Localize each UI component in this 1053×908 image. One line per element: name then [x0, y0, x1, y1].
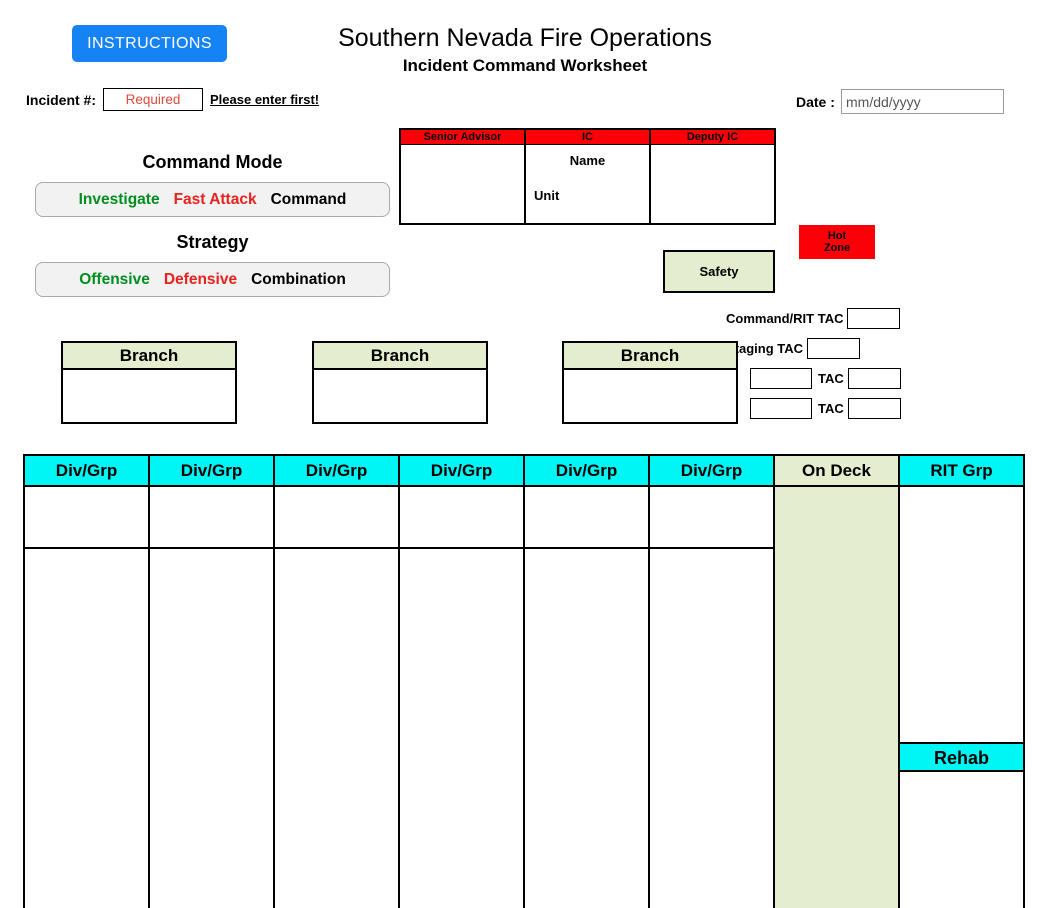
tac-label-custom-2: TAC — [818, 401, 844, 416]
branch-header-1: Branch — [63, 343, 235, 370]
tac-row-custom-1: TAC — [750, 368, 901, 389]
page-subtitle: Incident Command Worksheet — [402, 56, 648, 75]
grid-column-divgrp-4: Div/Grp — [400, 456, 525, 908]
tac-name-input-2[interactable] — [750, 398, 812, 419]
tac-name-input-1[interactable] — [750, 368, 812, 389]
grid-cell-divgrp-5-body[interactable] — [525, 549, 648, 908]
ic-column-ic: IC Name Unit — [526, 130, 651, 223]
ic-body-senior-advisor[interactable] — [401, 145, 524, 223]
grid-cell-divgrp-2-body[interactable] — [150, 549, 273, 908]
grid-cell-divgrp-5-top[interactable] — [525, 487, 648, 549]
tac-input-staging[interactable] — [807, 338, 861, 359]
grid-cell-divgrp-4-body[interactable] — [400, 549, 523, 908]
branch-body-1[interactable] — [63, 370, 235, 422]
date-input[interactable] — [841, 89, 1004, 114]
grid-header-divgrp-6: Div/Grp — [650, 456, 773, 487]
incident-required-note: Please enter first! — [210, 92, 320, 107]
command-mode-option-command[interactable]: Command — [271, 191, 347, 209]
ic-column-senior-advisor: Senior Advisor — [401, 130, 526, 223]
grid-column-rit: RIT Grp Rehab — [900, 456, 1023, 908]
assignment-grid: Div/Grp Div/Grp Div/Grp Div/Grp Div/Grp … — [23, 454, 1025, 908]
grid-header-on-deck: On Deck — [775, 456, 898, 487]
command-mode-option-fast-attack[interactable]: Fast Attack — [174, 191, 257, 209]
strategy-option-defensive[interactable]: Defensive — [164, 271, 237, 289]
tac-input-custom-1[interactable] — [847, 368, 901, 389]
tac-row-staging: Staging TAC — [726, 338, 861, 359]
ic-body-ic[interactable]: Name Unit — [526, 145, 649, 223]
grid-cell-on-deck-body[interactable] — [775, 487, 898, 908]
ic-header-senior-advisor: Senior Advisor — [401, 130, 524, 145]
tac-label-command-rit: Command/RIT TAC — [726, 311, 844, 326]
incident-number-input[interactable] — [103, 88, 203, 111]
branch-body-2[interactable] — [314, 370, 486, 422]
tac-row-command-rit: Command/RIT TAC — [726, 308, 901, 329]
tac-input-command-rit[interactable] — [847, 308, 901, 329]
grid-header-rehab: Rehab — [900, 742, 1023, 772]
grid-cell-divgrp-1-body[interactable] — [25, 549, 148, 908]
date-label: Date : — [796, 94, 835, 110]
command-mode-selector[interactable]: Investigate Fast Attack Command — [35, 182, 390, 217]
branch-box-2: Branch — [312, 341, 488, 424]
branch-box-3: Branch — [562, 341, 738, 424]
grid-header-divgrp-3: Div/Grp — [275, 456, 398, 487]
grid-column-divgrp-5: Div/Grp — [525, 456, 650, 908]
branch-body-3[interactable] — [564, 370, 736, 422]
strategy-selector[interactable]: Offensive Defensive Combination — [35, 262, 390, 297]
strategy-option-offensive[interactable]: Offensive — [79, 271, 150, 289]
grid-header-divgrp-5: Div/Grp — [525, 456, 648, 487]
incident-number-label: Incident #: — [26, 92, 97, 108]
grid-header-rit-grp: RIT Grp — [900, 456, 1023, 487]
safety-box[interactable]: Safety — [663, 250, 775, 293]
strategy-heading: Strategy — [176, 232, 249, 252]
grid-cell-divgrp-3-body[interactable] — [275, 549, 398, 908]
grid-cell-divgrp-6-body[interactable] — [650, 549, 773, 908]
grid-cell-divgrp-6-top[interactable] — [650, 487, 773, 549]
grid-cell-rehab-body[interactable] — [900, 772, 1023, 908]
ic-table: Senior Advisor IC Name Unit Deputy IC — [399, 128, 776, 225]
grid-cell-divgrp-1-top[interactable] — [25, 487, 148, 549]
grid-column-on-deck: On Deck — [775, 456, 900, 908]
ic-unit-label: Unit — [534, 188, 560, 203]
grid-cell-divgrp-3-top[interactable] — [275, 487, 398, 549]
hot-zone-button[interactable]: Hot Zone — [799, 225, 875, 259]
ic-column-deputy-ic: Deputy IC — [651, 130, 774, 223]
grid-cell-divgrp-4-top[interactable] — [400, 487, 523, 549]
hot-zone-line2: Zone — [823, 242, 851, 254]
grid-column-divgrp-3: Div/Grp — [275, 456, 400, 908]
ic-header-ic: IC — [526, 130, 649, 145]
tac-input-custom-2[interactable] — [847, 398, 901, 419]
ic-name-label: Name — [569, 153, 606, 168]
grid-cell-rit-body[interactable] — [900, 487, 1023, 742]
instructions-button[interactable]: INSTRUCTIONS — [72, 25, 227, 62]
ic-header-deputy-ic: Deputy IC — [651, 130, 774, 145]
branch-header-2: Branch — [314, 343, 486, 370]
tac-label-custom-1: TAC — [818, 371, 844, 386]
page-title: Southern Nevada Fire Operations — [338, 24, 712, 52]
command-mode-heading: Command Mode — [142, 152, 283, 172]
command-mode-option-investigate[interactable]: Investigate — [79, 191, 160, 209]
grid-column-divgrp-6: Div/Grp — [650, 456, 775, 908]
branch-box-1: Branch — [61, 341, 237, 424]
tac-row-custom-2: TAC — [750, 398, 901, 419]
hot-zone-line1: Hot — [827, 230, 847, 242]
grid-column-divgrp-2: Div/Grp — [150, 456, 275, 908]
grid-header-divgrp-2: Div/Grp — [150, 456, 273, 487]
grid-header-divgrp-1: Div/Grp — [25, 456, 148, 487]
worksheet-page: INSTRUCTIONS Southern Nevada Fire Operat… — [0, 0, 1053, 908]
strategy-option-combination[interactable]: Combination — [251, 271, 346, 289]
ic-body-deputy-ic[interactable] — [651, 145, 774, 223]
branch-header-3: Branch — [564, 343, 736, 370]
grid-cell-divgrp-2-top[interactable] — [150, 487, 273, 549]
grid-header-divgrp-4: Div/Grp — [400, 456, 523, 487]
grid-column-divgrp-1: Div/Grp — [25, 456, 150, 908]
